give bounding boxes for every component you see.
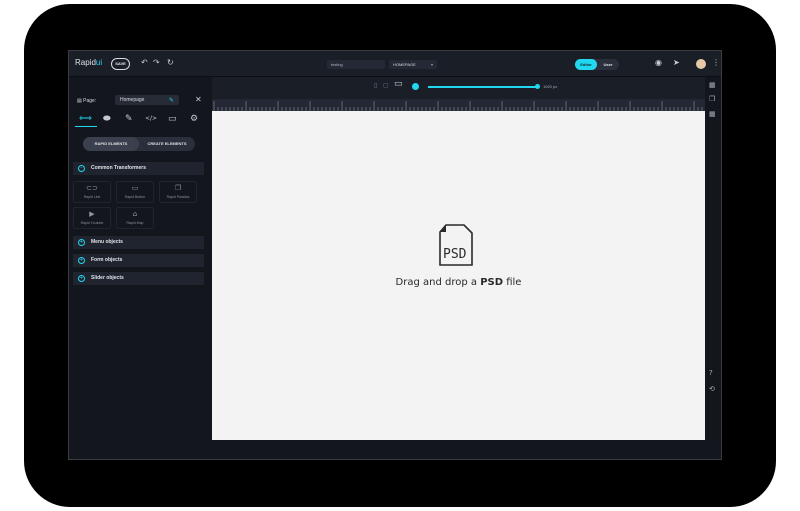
gear-icon[interactable]: ⚙ — [190, 113, 198, 125]
width-slider-handle[interactable] — [412, 83, 419, 90]
tab-create-elements[interactable]: CREATE ELEMENTS — [139, 137, 195, 151]
monitor-icon[interactable]: ▭ — [168, 113, 177, 125]
element-tabs: RAPID ELMENTS CREATE ELEMENTS — [83, 137, 195, 151]
element-rapid-button[interactable]: ▭ Rapid Button — [116, 181, 154, 203]
help-icon[interactable]: ? — [709, 369, 713, 378]
close-icon[interactable]: ✕ — [195, 95, 202, 105]
save-button[interactable]: SAVE — [111, 58, 130, 70]
youtube-icon: ▶ — [89, 210, 95, 218]
width-slider-end[interactable] — [535, 84, 540, 89]
page-select[interactable]: HOMEPAGE ▾ — [389, 60, 437, 69]
mobile-icon[interactable]: ▯ — [374, 82, 377, 90]
link-icon: ⊂⊃ — [86, 184, 98, 192]
editor-mode-button[interactable]: Editor — [575, 59, 597, 70]
undo-icon[interactable]: ↶ — [141, 58, 148, 68]
ruler — [212, 99, 705, 111]
redo-icon[interactable]: ↷ — [153, 58, 160, 68]
section-menu-objects[interactable]: + Menu objects — [73, 236, 204, 249]
psd-file-icon: PSD — [439, 224, 473, 266]
tablet-icon[interactable]: ▢ — [383, 82, 389, 90]
parallax-icon: ❐ — [174, 184, 182, 192]
device-frame: Rapidui SAVE ↶ ↷ ↻ testing HOMEPAGE ▾ Edi… — [24, 4, 776, 507]
element-rapid-map[interactable]: ⌂ Rapid Map — [116, 207, 154, 229]
edit-pencil-icon[interactable]: ✎ — [169, 96, 174, 106]
preview-eye-icon[interactable]: ◉ — [655, 58, 662, 68]
section-form-objects[interactable]: + Form objects — [73, 254, 204, 267]
page-doc-icon: ▤ — [77, 98, 82, 104]
code-icon[interactable]: </> — [145, 113, 157, 125]
plus-icon: + — [78, 275, 85, 282]
right-toolbar: ▦ ❐ ▦ ? ⟲ — [705, 77, 721, 459]
bottom-bar — [212, 440, 705, 459]
minus-icon: – — [78, 165, 85, 172]
desktop-icon[interactable]: ▭ — [394, 80, 403, 89]
chevron-down-icon: ▾ — [430, 62, 433, 67]
structure-icon[interactable]: ▦ — [709, 110, 716, 119]
section-common-transformers[interactable]: – Common Transformers — [73, 162, 204, 175]
more-menu-icon[interactable]: ⋮ — [712, 58, 720, 68]
width-value: 1920 px — [543, 84, 558, 89]
left-panel: ▤ Page: Homepage ✎ ✕ ⟺ ⬬ ✎ </> ▭ ⚙ RAPID… — [69, 77, 212, 459]
layers-icon[interactable]: ▦ — [709, 81, 716, 90]
arrows-icon[interactable]: ⟺ — [79, 113, 92, 125]
map-icon: ⌂ — [132, 210, 138, 218]
tab-rapid-elements[interactable]: RAPID ELMENTS — [83, 137, 139, 151]
avatar[interactable] — [696, 59, 706, 69]
element-rapid-youtube[interactable]: ▶ Rapid Youtube — [73, 207, 111, 229]
plus-icon: + — [78, 239, 85, 246]
grid-icon[interactable]: ❐ — [709, 95, 715, 104]
element-rapid-link[interactable]: ⊂⊃ Rapid Link — [73, 181, 111, 203]
button-icon: ▭ — [131, 184, 139, 192]
brush-icon[interactable]: ✎ — [125, 113, 133, 125]
plus-icon: + — [78, 257, 85, 264]
psd-label: PSD — [443, 247, 467, 262]
ruler-ticks — [213, 101, 703, 111]
app-logo: Rapidui — [75, 58, 103, 67]
element-rapid-parallax[interactable]: ❐ Rapid Parallax — [159, 181, 197, 203]
design-canvas[interactable]: PSD Drag and drop a PSD file — [212, 111, 705, 440]
top-bar: Rapidui SAVE ↶ ↷ ↻ testing HOMEPAGE ▾ Edi… — [69, 51, 721, 77]
tool-tabs: ⟺ ⬬ ✎ </> ▭ ⚙ — [73, 111, 208, 127]
drop-instructions: Drag and drop a PSD file — [395, 277, 522, 288]
mode-toggle[interactable]: Editor User — [575, 59, 619, 70]
width-slider[interactable] — [428, 86, 538, 88]
active-tab-indicator — [75, 126, 97, 127]
page-label: ▤ Page: — [77, 98, 97, 104]
project-name-field[interactable]: testing — [327, 60, 385, 69]
eraser-icon[interactable]: ⬬ — [103, 113, 111, 125]
refresh-icon[interactable]: ↻ — [167, 58, 174, 68]
history-icon[interactable]: ⟲ — [709, 385, 715, 394]
publish-send-icon[interactable]: ➤ — [673, 58, 680, 68]
canvas-toolbar: ▯ ▢ ▭ 1920 px — [212, 77, 705, 111]
user-mode-button[interactable]: User — [598, 59, 618, 70]
section-slider-objects[interactable]: + Slider objects — [73, 272, 204, 285]
app-window: Rapidui SAVE ↶ ↷ ↻ testing HOMEPAGE ▾ Edi… — [68, 50, 722, 460]
